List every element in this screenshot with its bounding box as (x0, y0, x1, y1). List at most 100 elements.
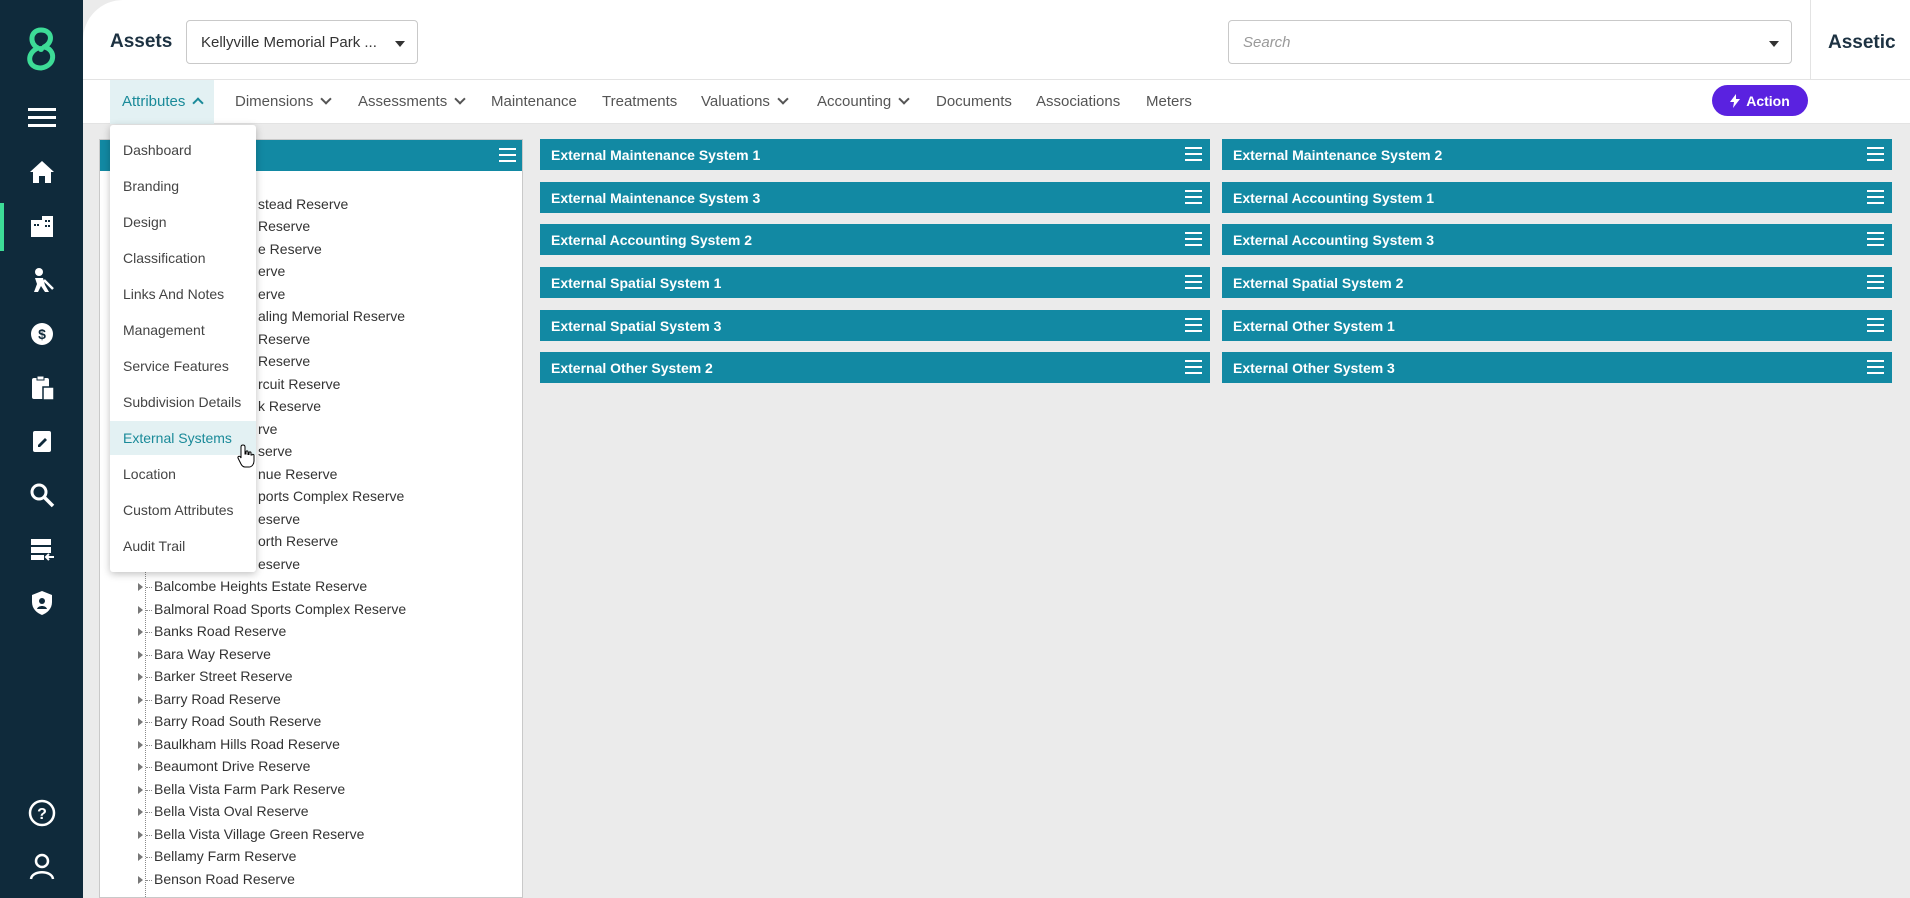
tab-treatments[interactable]: Treatments (602, 80, 677, 124)
tree-item[interactable]: Bara Way Reserve (138, 646, 271, 662)
menu-item-subdivision-details[interactable]: Subdivision Details (110, 385, 256, 419)
external-system-panel[interactable]: External Other System 2 (540, 352, 1210, 383)
tree-item[interactable]: Balmoral Road Sports Complex Reserve (138, 601, 406, 617)
hamburger-menu-icon[interactable] (1185, 232, 1202, 246)
help-icon[interactable]: ? (22, 793, 62, 833)
menu-item-classification[interactable]: Classification (110, 241, 256, 275)
external-system-panel[interactable]: External Maintenance System 2 (1222, 139, 1892, 170)
menu-item-dashboard[interactable]: Dashboard (110, 133, 256, 167)
clipboard-icon[interactable] (22, 368, 62, 408)
tree-item[interactable]: rcuit Reserve (258, 376, 340, 392)
tree-item[interactable]: erve (258, 263, 285, 279)
expand-arrow-icon[interactable] (138, 628, 143, 636)
hamburger-menu-icon[interactable] (1185, 190, 1202, 204)
external-system-panel[interactable]: External Other System 3 (1222, 352, 1892, 383)
hamburger-menu-icon[interactable] (499, 148, 516, 162)
hamburger-menu-icon[interactable] (1185, 318, 1202, 332)
menu-item-design[interactable]: Design (110, 205, 256, 239)
tree-item[interactable]: stead Reserve (258, 196, 348, 212)
menu-item-location[interactable]: Location (110, 457, 256, 491)
tree-item[interactable]: eserve (258, 556, 300, 572)
tab-documents[interactable]: Documents (936, 80, 1012, 124)
tree-item[interactable]: orth Reserve (258, 533, 338, 549)
expand-arrow-icon[interactable] (138, 673, 143, 681)
menu-item-branding[interactable]: Branding (110, 169, 256, 203)
expand-arrow-icon[interactable] (138, 606, 143, 614)
menu-item-service-features[interactable]: Service Features (110, 349, 256, 383)
tree-item[interactable]: Bella Vista Village Green Reserve (138, 826, 364, 842)
asset-selector[interactable]: Kellyville Memorial Park ... (186, 20, 418, 64)
tab-assessments[interactable]: Assessments (358, 80, 466, 124)
tree-item[interactable]: Reserve (258, 218, 310, 234)
edit-clipboard-icon[interactable] (22, 421, 62, 461)
hamburger-menu-icon[interactable] (1867, 275, 1884, 289)
hamburger-menu-icon[interactable] (1867, 360, 1884, 374)
home-icon[interactable] (22, 152, 62, 192)
tree-item[interactable]: Barry Road Reserve (138, 691, 281, 707)
external-system-panel[interactable]: External Other System 1 (1222, 310, 1892, 341)
worker-icon[interactable] (22, 260, 62, 300)
external-system-panel[interactable]: External Accounting System 3 (1222, 224, 1892, 255)
tree-item[interactable]: k Reserve (258, 398, 321, 414)
tree-item[interactable]: Beaumont Drive Reserve (138, 758, 310, 774)
hamburger-menu-icon[interactable] (1185, 147, 1202, 161)
database-icon[interactable] (22, 529, 62, 569)
tree-item[interactable]: aling Memorial Reserve (258, 308, 405, 324)
expand-arrow-icon[interactable] (138, 718, 143, 726)
tree-item[interactable]: Banks Road Reserve (138, 623, 286, 639)
expand-arrow-icon[interactable] (138, 651, 143, 659)
tab-valuations[interactable]: Valuations (701, 80, 789, 124)
hamburger-menu-icon[interactable] (1867, 190, 1884, 204)
tree-item[interactable]: erve (258, 286, 285, 302)
tab-maintenance[interactable]: Maintenance (491, 80, 577, 124)
tree-item[interactable]: serve (258, 443, 292, 459)
external-system-panel[interactable]: External Spatial System 1 (540, 267, 1210, 298)
hamburger-menu-icon[interactable] (22, 97, 62, 137)
tab-meters[interactable]: Meters (1146, 80, 1192, 124)
menu-item-links-and-notes[interactable]: Links And Notes (110, 277, 256, 311)
external-system-panel[interactable]: External Accounting System 1 (1222, 182, 1892, 213)
tree-item[interactable]: Barker Street Reserve (138, 668, 293, 684)
shield-icon[interactable] (22, 583, 62, 623)
tree-item[interactable]: Benson Road Reserve (138, 871, 295, 887)
action-button[interactable]: Action (1712, 85, 1808, 116)
expand-arrow-icon[interactable] (138, 808, 143, 816)
expand-arrow-icon[interactable] (138, 763, 143, 771)
external-system-panel[interactable]: External Maintenance System 1 (540, 139, 1210, 170)
hamburger-menu-icon[interactable] (1867, 318, 1884, 332)
menu-item-external-systems[interactable]: External Systems (110, 421, 256, 455)
external-system-panel[interactable]: External Maintenance System 3 (540, 182, 1210, 213)
hamburger-menu-icon[interactable] (1867, 232, 1884, 246)
tree-item[interactable]: e Reserve (258, 241, 322, 257)
search-input[interactable]: Search (1228, 20, 1792, 64)
tree-item[interactable]: rve (258, 421, 277, 437)
tree-item[interactable]: ports Complex Reserve (258, 488, 404, 504)
external-system-panel[interactable]: External Spatial System 3 (540, 310, 1210, 341)
tab-attributes[interactable]: Attributes (110, 80, 215, 124)
external-system-panel[interactable]: External Spatial System 2 (1222, 267, 1892, 298)
buildings-icon[interactable] (22, 206, 62, 246)
tree-item[interactable]: Baulkham Hills Road Reserve (138, 736, 340, 752)
hamburger-menu-icon[interactable] (1185, 360, 1202, 374)
tree-item[interactable]: Bella Vista Oval Reserve (138, 803, 309, 819)
expand-arrow-icon[interactable] (138, 786, 143, 794)
expand-arrow-icon[interactable] (138, 741, 143, 749)
menu-item-custom-attributes[interactable]: Custom Attributes (110, 493, 256, 527)
expand-arrow-icon[interactable] (138, 696, 143, 704)
tree-item[interactable]: Barry Road South Reserve (138, 713, 321, 729)
expand-arrow-icon[interactable] (138, 853, 143, 861)
tab-accounting[interactable]: Accounting (817, 80, 910, 124)
external-system-panel[interactable]: External Accounting System 2 (540, 224, 1210, 255)
search-icon[interactable] (22, 475, 62, 515)
tree-item[interactable]: Bellamy Farm Reserve (138, 848, 296, 864)
expand-arrow-icon[interactable] (138, 583, 143, 591)
user-icon[interactable] (22, 846, 62, 886)
tree-item[interactable]: Reserve (258, 331, 310, 347)
tree-item[interactable]: Balcombe Heights Estate Reserve (138, 578, 367, 594)
expand-arrow-icon[interactable] (138, 831, 143, 839)
tab-associations[interactable]: Associations (1036, 80, 1120, 124)
tab-dimensions[interactable]: Dimensions (235, 80, 333, 124)
assetic-logo-icon[interactable] (20, 26, 63, 72)
tree-item[interactable]: Reserve (258, 353, 310, 369)
tree-item[interactable]: nue Reserve (258, 466, 337, 482)
